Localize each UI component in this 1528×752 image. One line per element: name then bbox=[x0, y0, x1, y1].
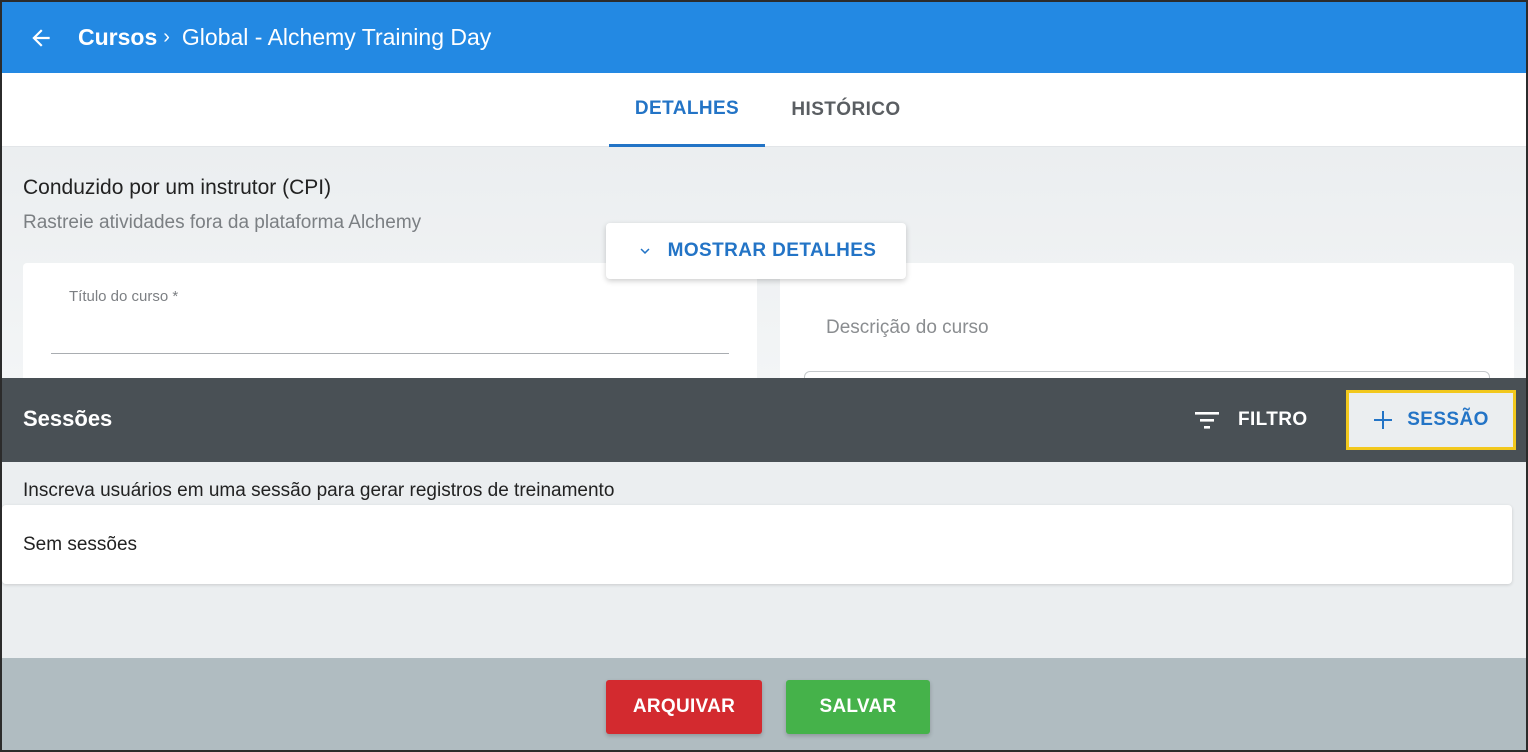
sessions-empty-text: Sem sessões bbox=[23, 534, 138, 555]
page-title: Global - Alchemy Training Day bbox=[181, 24, 492, 50]
course-description-placeholder: Descrição do curso bbox=[826, 317, 989, 338]
show-details-button[interactable]: MOSTRAR DETALHES bbox=[606, 223, 906, 279]
course-title-card: Título do curso * bbox=[23, 263, 757, 383]
footer-actions: ARQUIVAR SALVAR bbox=[2, 658, 1526, 750]
course-type-subtitle: Rastreie atividades fora da plataforma A… bbox=[23, 212, 422, 233]
filter-label: FILTRO bbox=[1238, 409, 1308, 430]
save-button[interactable]: SALVAR bbox=[786, 680, 930, 734]
course-description-card: Descrição do curso bbox=[780, 263, 1514, 391]
app-window: Cursos › Global - Alchemy Training Day D… bbox=[0, 0, 1528, 752]
breadcrumb-separator: › bbox=[163, 26, 170, 48]
tab-details[interactable]: DETALHES bbox=[609, 73, 765, 147]
arrow-left-icon[interactable] bbox=[28, 25, 54, 51]
header-bar: Cursos › Global - Alchemy Training Day bbox=[2, 2, 1526, 73]
add-session-button[interactable]: SESSÃO bbox=[1346, 390, 1516, 450]
chevron-down-icon bbox=[640, 248, 650, 254]
course-type-title: Conduzido por um instrutor (CPI) bbox=[23, 176, 332, 199]
sessions-list: Sem sessões bbox=[2, 505, 1512, 584]
course-title-input[interactable] bbox=[51, 353, 729, 354]
archive-button[interactable]: ARQUIVAR bbox=[606, 680, 762, 734]
sessions-title: Sessões bbox=[23, 406, 113, 431]
filter-icon bbox=[1195, 412, 1219, 429]
plus-icon bbox=[1374, 411, 1393, 429]
filter-button[interactable]: FILTRO bbox=[1192, 400, 1308, 440]
add-session-label: SESSÃO bbox=[1407, 409, 1489, 430]
show-details-label: MOSTRAR DETALHES bbox=[667, 240, 877, 261]
sessions-toolbar: Sessões FILTRO SESSÃO bbox=[2, 378, 1526, 462]
sessions-help-text: Inscreva usuários em uma sessão para ger… bbox=[23, 480, 615, 501]
course-details-section: Conduzido por um instrutor (CPI) Rastrei… bbox=[2, 148, 1526, 391]
tabs-bar: DETALHES HISTÓRICO bbox=[2, 73, 1526, 147]
tab-history[interactable]: HISTÓRICO bbox=[768, 73, 924, 147]
course-title-label: Título do curso * bbox=[69, 288, 179, 305]
breadcrumb-courses-link[interactable]: Cursos bbox=[78, 24, 157, 51]
